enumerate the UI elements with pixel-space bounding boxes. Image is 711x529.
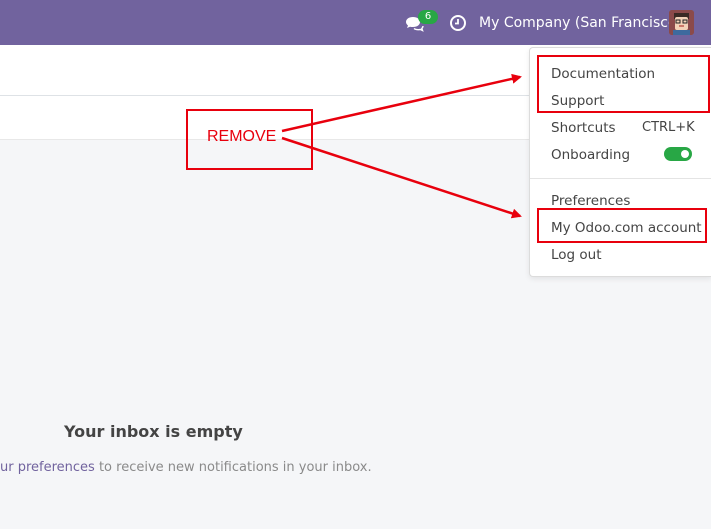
highlight-doc-support-box xyxy=(537,55,710,113)
preferences-link[interactable]: ur preferences xyxy=(0,460,95,475)
arrow-to-odoo-account xyxy=(281,136,522,219)
menu-separator xyxy=(530,178,711,179)
shortcuts-key-hint: CTRL+K xyxy=(642,120,695,135)
menu-item-shortcuts[interactable]: Shortcuts xyxy=(551,119,616,137)
menu-item-logout[interactable]: Log out xyxy=(551,246,602,264)
empty-inbox-hint: ur preferences to receive new notificati… xyxy=(0,460,372,475)
top-navbar: 6 My Company (San Francisco) xyxy=(0,0,711,45)
menu-item-onboarding[interactable]: Onboarding xyxy=(551,146,630,164)
highlight-odoo-account-box xyxy=(537,208,707,243)
activity-clock-icon[interactable] xyxy=(449,14,467,32)
toggle-knob xyxy=(681,150,689,158)
user-avatar[interactable] xyxy=(669,10,694,35)
onboarding-toggle[interactable] xyxy=(664,147,692,161)
company-switcher[interactable]: My Company (San Francisco) xyxy=(479,13,682,33)
message-count-badge: 6 xyxy=(418,10,438,24)
empty-inbox-title: Your inbox is empty xyxy=(64,422,243,441)
remove-label: REMOVE xyxy=(207,128,277,145)
empty-inbox-hint-text: to receive new notifications in your inb… xyxy=(94,460,372,475)
